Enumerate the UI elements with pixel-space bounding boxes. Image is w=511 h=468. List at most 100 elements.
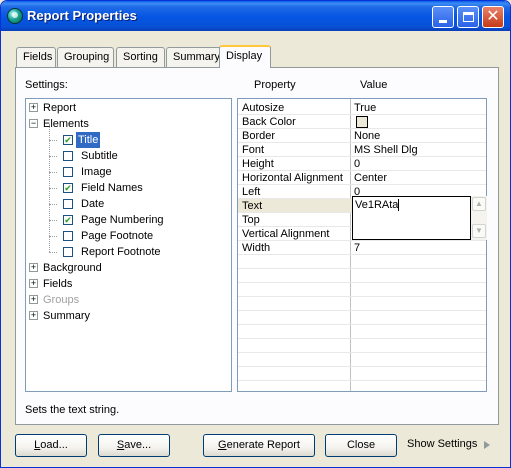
property-value[interactable]: True xyxy=(354,101,484,115)
tree-item-background[interactable]: + Background xyxy=(26,260,231,276)
property-row-font[interactable]: Font MS Shell Dlg xyxy=(238,143,486,157)
property-row-back-color[interactable]: Back Color xyxy=(238,115,486,129)
property-value[interactable]: 7 xyxy=(354,241,484,255)
tree-item-label: Groups xyxy=(43,294,80,306)
title-bar[interactable]: Report Properties ✕ xyxy=(1,1,510,31)
property-name: Text xyxy=(242,200,263,212)
checkbox-unchecked-icon[interactable] xyxy=(63,167,73,177)
close-window-button[interactable]: ✕ xyxy=(482,6,504,28)
property-grid[interactable]: Autosize True Back Color Border None Fon… xyxy=(237,98,487,392)
property-column-header: Property xyxy=(254,79,296,91)
load-button[interactable]: Load... xyxy=(15,434,87,457)
tree-item-label: Subtitle xyxy=(81,150,118,162)
arrow-right-icon[interactable] xyxy=(484,441,490,449)
tab-grouping[interactable]: Grouping xyxy=(57,47,114,67)
empty-row xyxy=(238,353,486,367)
tree-item-label: Report Footnote xyxy=(81,246,161,258)
tree-item-report[interactable]: + Report xyxy=(26,100,231,116)
editor-scrollbar[interactable]: ▲ ▼ xyxy=(471,196,487,240)
property-name: Top xyxy=(242,214,260,226)
save-label: ave... xyxy=(124,439,152,451)
property-name: Height xyxy=(242,158,274,170)
show-settings-link[interactable]: Show Settings xyxy=(407,438,477,450)
tree-item-summary[interactable]: + Summary xyxy=(26,308,231,324)
property-name: Left xyxy=(242,186,261,198)
property-row-width[interactable]: Width 7 xyxy=(238,241,486,255)
tree-item-title[interactable]: ✔ Title xyxy=(26,131,231,149)
generate-report-button[interactable]: Generate Report xyxy=(203,434,315,457)
empty-row xyxy=(238,269,486,283)
tab-display[interactable]: Display xyxy=(219,45,271,68)
settings-label: Settings: xyxy=(25,79,68,91)
tree-item-groups[interactable]: + Groups xyxy=(26,292,231,308)
minimize-button[interactable] xyxy=(432,6,454,28)
checkbox-unchecked-icon[interactable] xyxy=(63,231,73,241)
property-value[interactable]: 0 xyxy=(354,157,484,171)
empty-row xyxy=(238,283,486,297)
checkbox-checked-icon[interactable]: ✔ xyxy=(63,135,73,145)
color-swatch[interactable] xyxy=(356,116,368,128)
property-row-autosize[interactable]: Autosize True xyxy=(238,101,486,115)
settings-tree[interactable]: + Report − Elements ✔ Title Subtitle Ima… xyxy=(25,98,232,392)
tree-item-label: Page Numbering xyxy=(81,214,164,226)
empty-row xyxy=(238,325,486,339)
tab-fields[interactable]: Fields xyxy=(16,47,56,67)
scroll-down-icon[interactable]: ▼ xyxy=(472,224,486,238)
close-button[interactable]: Close xyxy=(325,434,397,457)
property-value[interactable]: Center xyxy=(354,171,484,185)
tree-item-subtitle[interactable]: Subtitle xyxy=(26,148,231,164)
scroll-up-icon[interactable]: ▲ xyxy=(472,197,486,211)
tree-item-label: Report xyxy=(43,102,77,114)
checkbox-checked-icon[interactable]: ✔ xyxy=(63,215,73,225)
editor-text: Ve1RAta xyxy=(355,199,399,211)
property-name: Width xyxy=(242,242,271,254)
expand-plus-icon[interactable]: + xyxy=(29,279,38,288)
empty-row xyxy=(238,339,486,353)
property-row-horizontal-alignment[interactable]: Horizontal Alignment Center xyxy=(238,171,486,185)
property-value[interactable]: None xyxy=(354,129,484,143)
checkbox-unchecked-icon[interactable] xyxy=(63,247,73,257)
expand-plus-icon[interactable]: + xyxy=(29,311,38,320)
checkbox-unchecked-icon[interactable] xyxy=(63,199,73,209)
property-name: Vertical Alignment xyxy=(242,228,330,240)
property-name: Font xyxy=(242,144,265,156)
checkbox-unchecked-icon[interactable] xyxy=(63,151,73,161)
tree-item-page-footnote[interactable]: Page Footnote xyxy=(26,228,231,244)
property-name: Back Color xyxy=(242,116,296,128)
load-label: oad... xyxy=(40,439,68,451)
property-row-border[interactable]: Border None xyxy=(238,129,486,143)
tree-item-elements[interactable]: − Elements xyxy=(26,116,231,132)
expand-plus-icon[interactable]: + xyxy=(29,263,38,272)
maximize-button[interactable] xyxy=(457,6,479,28)
tree-item-field-names[interactable]: ✔ Field Names xyxy=(26,180,231,196)
tree-item-label: Summary xyxy=(43,310,91,322)
property-value[interactable]: MS Shell Dlg xyxy=(354,143,484,157)
generate-label: enerate Report xyxy=(226,439,300,451)
empty-row xyxy=(238,367,486,381)
app-globe-icon xyxy=(7,8,23,24)
save-button[interactable]: Save... xyxy=(98,434,170,457)
expand-plus-icon[interactable]: + xyxy=(29,103,38,112)
tree-item-label: Elements xyxy=(43,118,89,130)
tab-sorting[interactable]: Sorting xyxy=(116,47,165,67)
tree-item-image[interactable]: Image xyxy=(26,164,231,180)
minimize-icon xyxy=(439,20,447,23)
collapse-minus-icon[interactable]: − xyxy=(29,119,38,128)
property-name: Horizontal Alignment xyxy=(242,172,343,184)
close-icon: ✕ xyxy=(486,8,500,25)
property-row-height[interactable]: Height 0 xyxy=(238,157,486,171)
tree-item-page-numbering[interactable]: ✔ Page Numbering xyxy=(26,212,231,228)
tree-item-fields[interactable]: + Fields xyxy=(26,276,231,292)
generate-mnemonic: G xyxy=(218,439,227,451)
display-tab-panel: Settings: Property Value + Report − Elem… xyxy=(15,67,499,425)
tab-summary[interactable]: Summary xyxy=(166,47,221,67)
tree-item-label: Title xyxy=(74,131,102,149)
property-name: Border xyxy=(242,130,276,142)
tree-item-date[interactable]: Date xyxy=(26,196,231,212)
empty-row xyxy=(238,255,486,269)
checkbox-checked-icon[interactable]: ✔ xyxy=(63,183,73,193)
expand-plus-icon[interactable]: + xyxy=(29,295,38,304)
tree-item-report-footnote[interactable]: Report Footnote xyxy=(26,244,231,260)
maximize-icon xyxy=(463,12,474,22)
text-value-editor[interactable]: Ve1RAta xyxy=(352,196,471,240)
